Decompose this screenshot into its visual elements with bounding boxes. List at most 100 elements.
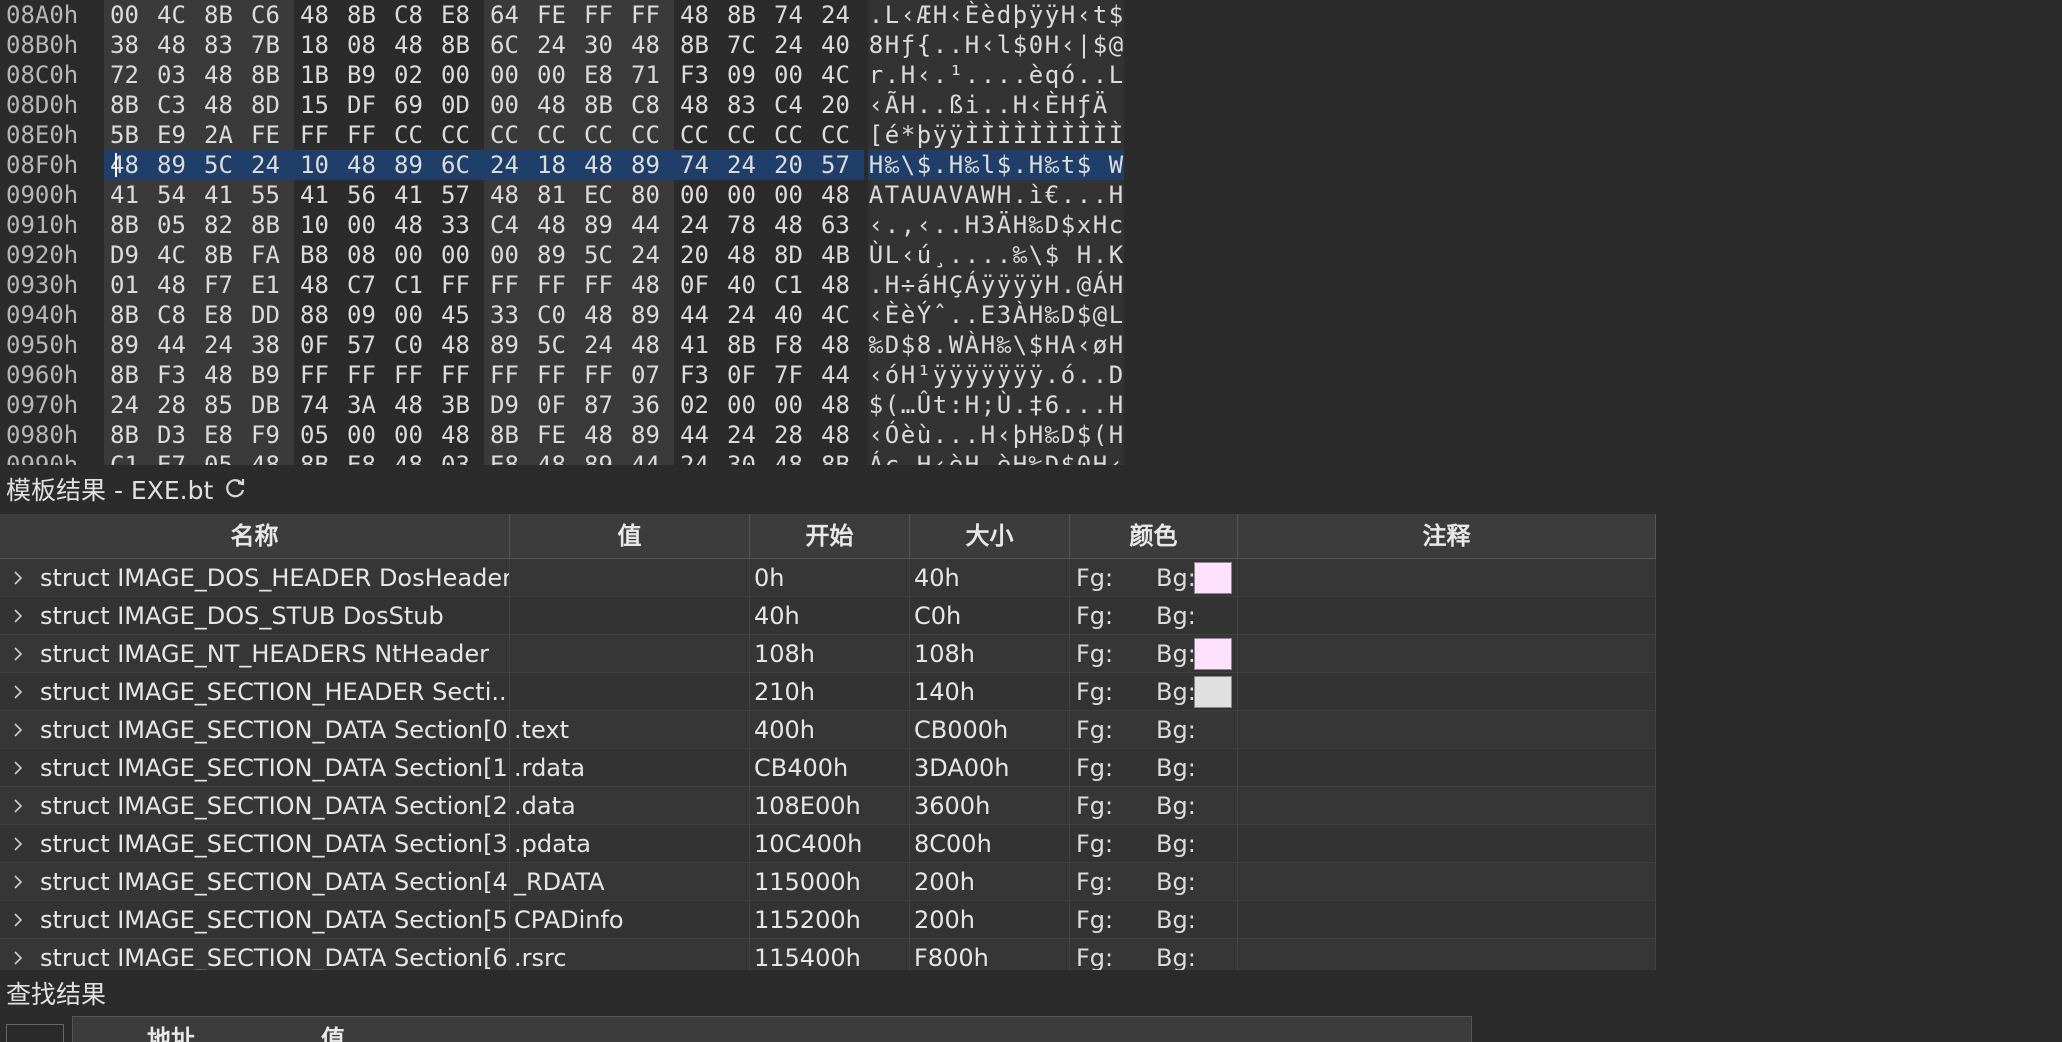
hex-byte[interactable]: DD [251,300,289,330]
bg-color-swatch[interactable] [1194,638,1232,670]
hex-byte[interactable]: 02 [394,60,432,90]
hex-byte[interactable]: 7F [774,360,812,390]
hex-byte[interactable]: 57 [347,330,385,360]
hex-byte[interactable]: 8B [204,240,242,270]
hex-byte[interactable]: FE [251,120,289,150]
hex-row[interactable]: 0970h 24 28 85 DB 74 3A 48 3B D9 0F 87 36 02 00 00 48 $(…… [0,390,1130,420]
hex-byte[interactable]: CC [631,120,669,150]
find-column-value[interactable]: 值 [321,1017,345,1042]
hex-byte[interactable]: 5B [110,120,148,150]
find-results-toggle[interactable] [6,1024,64,1042]
hex-byte[interactable]: 4C [821,60,859,90]
hex-byte[interactable]: F9 [251,420,289,450]
chevron-right-icon[interactable] [10,684,26,700]
hex-byte[interactable]: 81 [537,180,575,210]
table-row[interactable]: struct IMAGE_SECTION_HEADER Secti... 210h… [0,673,1656,711]
hex-byte[interactable]: 8B [680,30,718,60]
hex-byte[interactable]: 15 [300,90,338,120]
hex-byte[interactable]: 4B [821,240,859,270]
hex-byte[interactable]: 48 [157,270,195,300]
hex-byte[interactable]: 63 [821,210,859,240]
hex-byte[interactable]: E8 [204,300,242,330]
hex-byte[interactable]: 74 [300,390,338,420]
table-row[interactable]: struct IMAGE_SECTION_DATA Section[2] .dat… [0,787,1656,825]
hex-byte[interactable]: B9 [251,360,289,390]
hex-byte[interactable]: CC [774,120,812,150]
hex-byte[interactable]: 24 [727,300,765,330]
hex-byte[interactable]: 4C [157,240,195,270]
hex-byte[interactable]: 89 [584,450,622,465]
hex-byte[interactable]: 48 [680,0,718,30]
hex-byte[interactable]: C6 [251,0,289,30]
hex-byte[interactable]: 48 [584,150,622,180]
hex-byte[interactable]: 72 [110,60,148,90]
hex-byte[interactable]: E8 [347,450,385,465]
hex-byte[interactable]: 48 [821,390,859,420]
hex-byte[interactable]: 89 [631,150,669,180]
table-row[interactable]: struct IMAGE_SECTION_DATA Section[3] .pda… [0,825,1656,863]
hex-byte[interactable]: 8B [441,30,479,60]
hex-ascii-column[interactable]: ATAUAVAWH.ì€...HATAUAVAWH.ì€...H [868,180,1124,210]
hex-byte[interactable]: E1 [251,270,289,300]
hex-row[interactable]: 08B0h 38 48 83 7B 18 08 48 8B 6C 24 30 48 8B 7C 24 40 8 Hƒ… [0,30,1130,60]
hex-byte[interactable]: 00 [537,60,575,90]
chevron-right-icon[interactable] [10,912,26,928]
hex-byte[interactable]: 89 [584,210,622,240]
find-column-address[interactable]: 地址 [147,1017,195,1042]
hex-byte[interactable]: 48 [727,240,765,270]
hex-byte[interactable]: 00 [680,180,718,210]
hex-byte[interactable]: 48 [537,210,575,240]
hex-byte[interactable]: 2A [204,120,242,150]
hex-byte[interactable]: 36 [631,390,669,420]
hex-byte[interactable]: F8 [774,330,812,360]
hex-byte[interactable]: 83 [727,90,765,120]
hex-byte[interactable]: 82 [204,210,242,240]
hex-byte[interactable]: 4C [157,0,195,30]
hex-byte[interactable]: 48 [394,450,432,465]
hex-byte[interactable]: 48 [821,270,859,300]
table-row[interactable]: struct IMAGE_SECTION_DATA Section[4] _RDA… [0,863,1656,901]
refresh-icon[interactable] [224,476,248,500]
hex-byte[interactable]: B8 [300,240,338,270]
hex-ascii-column[interactable]: $(…Ût:H;Ù.‡6...H$(…Ût:H;Ù.‡6...H [868,390,1124,420]
hex-byte[interactable]: FF [441,360,479,390]
column-header-size[interactable]: 大小 [910,514,1070,558]
hex-ascii-column[interactable]: r.H‹.¹....èqó..Lr.H‹.¹....èqó..L [868,60,1124,90]
hex-byte[interactable]: D3 [157,420,195,450]
hex-ascii-column[interactable]: ÙL‹ú¸....‰\$ H.KÙL‹ú¸....‰\$ H.K [868,240,1124,270]
table-row[interactable]: struct IMAGE_NT_HEADERS NtHeader 108h 108h… [0,635,1656,673]
hex-byte[interactable]: 87 [584,390,622,420]
hex-byte[interactable]: 48 [394,30,432,60]
hex-byte[interactable]: E9 [157,120,195,150]
hex-byte[interactable]: 24 [537,30,575,60]
hex-byte[interactable]: 89 [110,330,148,360]
hex-byte[interactable]: 20 [774,150,812,180]
hex-byte[interactable]: 24 [631,240,669,270]
hex-byte[interactable]: C3 [157,90,195,120]
hex-byte[interactable]: 48 [251,450,289,465]
hex-byte[interactable]: 38 [251,330,289,360]
hex-ascii-column[interactable]: ‰D$8.WÀH‰\$HA‹øH‰D$8.WÀH‰\$HA‹øH [868,330,1124,360]
hex-byte[interactable]: 8B [110,90,148,120]
hex-byte[interactable]: FF [490,270,528,300]
hex-byte[interactable]: 7C [727,30,765,60]
hex-byte[interactable]: 40 [727,270,765,300]
hex-byte[interactable]: 40 [774,300,812,330]
hex-byte[interactable]: E7 [157,450,195,465]
hex-row[interactable]: 0950h 89 44 24 38 0F 57 C0 48 89 5C 24 48 41 8B F8 48 ‰ D $… [0,330,1130,360]
hex-byte[interactable]: 56 [347,180,385,210]
hex-byte[interactable]: 00 [441,60,479,90]
hex-byte[interactable]: 00 [774,60,812,90]
hex-byte[interactable]: 89 [394,150,432,180]
hex-byte[interactable]: 8B [110,420,148,450]
hex-ascii-column[interactable]: ‹Óèù...H‹þH‰D$(H‹Óèù...H‹þH‰D$(H [868,420,1124,450]
hex-byte[interactable]: FF [394,360,432,390]
hex-byte[interactable]: 24 [110,390,148,420]
hex-byte[interactable]: 48 [441,330,479,360]
hex-byte[interactable]: 8B [727,330,765,360]
hex-byte[interactable]: C4 [490,210,528,240]
hex-byte[interactable]: 03 [157,60,195,90]
hex-byte[interactable]: 48 [204,60,242,90]
hex-byte[interactable]: FA [251,240,289,270]
hex-byte[interactable]: 89 [631,420,669,450]
